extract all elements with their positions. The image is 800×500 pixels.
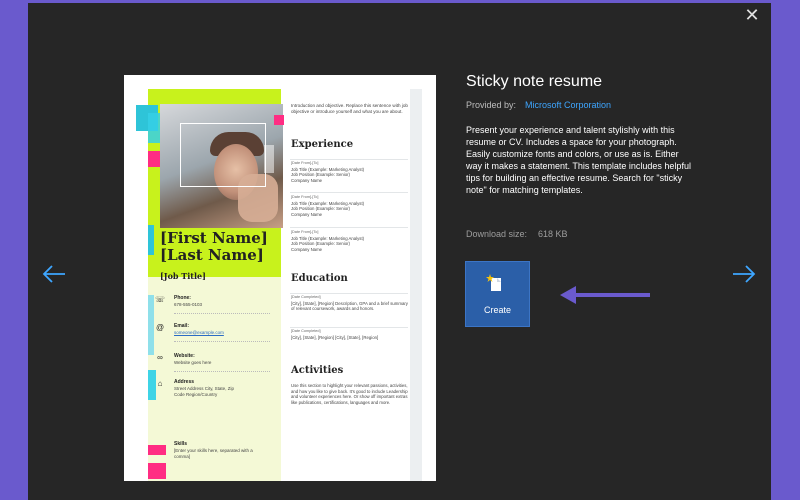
photo-frame-outline: [180, 123, 266, 187]
arrow-left-icon: [42, 265, 65, 283]
link-icon: ∞: [157, 353, 163, 362]
download-size-label: Download size:: [466, 229, 528, 239]
preview-activities-heading: Activities: [291, 365, 344, 376]
preview-name: [First Name] [Last Name]: [160, 230, 278, 264]
contact-value: 678-555-0103: [174, 302, 203, 307]
preview-last-name: [Last Name]: [160, 246, 264, 264]
divider: [290, 159, 408, 160]
contact-value: [Enter your skills here, separated with …: [174, 448, 253, 459]
contact-label: Email:: [174, 323, 190, 329]
preview-intro: Introduction and objective. Replace this…: [291, 103, 408, 114]
contact-value: Website goes here: [174, 360, 212, 365]
location-icon: ⌂: [157, 379, 163, 388]
decor-square: [148, 463, 166, 479]
contact-value: someone@example.com: [174, 330, 224, 335]
close-button[interactable]: ✕: [741, 5, 763, 27]
decor-square: [264, 145, 274, 173]
entry-company: Company Name: [291, 177, 323, 183]
divider: [174, 371, 270, 372]
template-description: Present your experience and talent styli…: [466, 125, 691, 195]
preview-experience-entry: [Date From]-[To] Job Title (Example: Mar…: [291, 161, 409, 183]
preview-first-name: [First Name]: [160, 229, 268, 247]
annotation-arrow-icon: [560, 286, 650, 304]
previous-template-button[interactable]: [41, 261, 67, 287]
arrow-right-icon: [733, 265, 756, 283]
create-button[interactable]: Create: [465, 261, 530, 327]
divider: [174, 341, 270, 342]
new-document-icon: [486, 274, 501, 291]
preview-education-entry: [Date Completed] [City], [State], [Regio…: [291, 329, 409, 340]
preview-job-title: [Job Title]: [160, 271, 206, 281]
decor-square: [274, 115, 284, 125]
download-size-value: 618 KB: [538, 229, 568, 239]
provider-link[interactable]: Microsoft Corporation: [525, 100, 611, 110]
close-icon: ✕: [744, 5, 760, 25]
divider: [290, 327, 408, 328]
preview-experience-heading: Experience: [291, 139, 354, 150]
contact-label: Skills: [174, 441, 188, 447]
divider: [290, 192, 408, 193]
preview-grey-strip: [410, 89, 422, 481]
decor-square: [148, 225, 154, 255]
contact-label: Phone:: [174, 295, 191, 301]
provided-by-label: Provided by:: [466, 100, 517, 110]
template-preview-dialog: ✕ [First Name] [Last Name] [Job Title] ☏…: [28, 3, 771, 500]
preview-experience-entry: [Date From]-[To] Job Title (Example: Mar…: [291, 230, 409, 252]
template-preview-image: [First Name] [Last Name] [Job Title] ☏ P…: [124, 75, 436, 481]
preview-education-heading: Education: [291, 273, 348, 284]
preview-education-entry: [Date Completed] [City], [State], [Regio…: [291, 295, 409, 312]
preview-experience-entry: [Date From]-[To] Job Title (Example: Mar…: [291, 195, 409, 217]
entry-text: [City], [State], [Region] [City], [State…: [291, 334, 379, 340]
divider: [174, 313, 270, 314]
decor-square: [148, 445, 166, 455]
divider: [290, 227, 408, 228]
next-template-button[interactable]: [731, 261, 757, 287]
email-icon: @: [155, 323, 165, 332]
decor-square: [148, 151, 160, 167]
entry-text: [City], [State], [Region] Description, G…: [291, 300, 408, 312]
contact-label: Website:: [174, 353, 195, 359]
divider: [290, 293, 408, 294]
entry-company: Company Name: [291, 211, 323, 217]
contact-label: Address: [174, 379, 195, 385]
phone-icon: ☏: [154, 295, 165, 304]
preview-activities-text: Use this section to highlight your relev…: [291, 383, 408, 405]
contact-value: Street Address City, State, Zip Code Reg…: [174, 386, 234, 397]
template-title: Sticky note resume: [466, 73, 603, 90]
entry-company: Company Name: [291, 246, 323, 252]
create-label: Create: [483, 305, 511, 315]
